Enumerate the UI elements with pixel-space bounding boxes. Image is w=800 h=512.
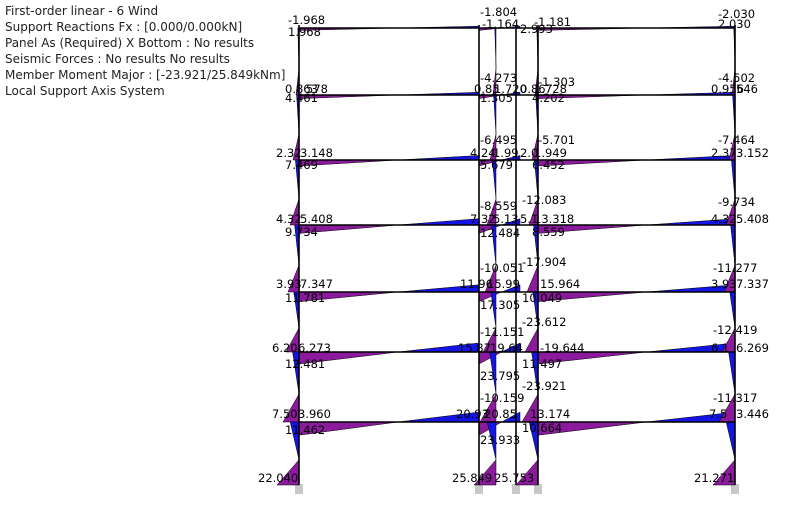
moment-value-label: -19.644	[540, 341, 584, 355]
support-1	[512, 484, 520, 494]
moment-value-label: 22.040	[258, 471, 298, 485]
moment-value-label: 5.679	[480, 158, 513, 172]
moment-value-label: 6.452	[532, 158, 565, 172]
moment-value-label: -1.303	[538, 75, 575, 89]
moment-value-label: 7.32	[470, 212, 496, 226]
moment-value-label: 2.37	[711, 146, 737, 160]
moment-value-label: -1.181	[534, 15, 571, 29]
panel-as-label: Panel As (Required) X Bottom : No result…	[5, 36, 255, 50]
moment-value-label: -12.419	[713, 323, 757, 337]
moment-value-label: 20.85	[484, 407, 517, 421]
moment-value-label: 6.1	[711, 341, 729, 355]
moment-value-label: 6.273	[298, 341, 331, 355]
moment-value-label: -1.164	[482, 17, 519, 31]
moment-value-label: 15.964	[540, 277, 580, 291]
moment-value-label: 3.152	[736, 146, 769, 160]
moment-value-label: 546	[736, 82, 758, 96]
support-3	[731, 484, 739, 494]
moment-value-label: 1.968	[288, 25, 321, 39]
seismic-forces-label: Seismic Forces : No results No results	[5, 52, 230, 66]
moment-value-label: 17.305	[480, 298, 520, 312]
moment-value-label: 23.933	[480, 433, 520, 447]
moment-value-label: 5.13	[493, 212, 519, 226]
moment-value-label: 15.99	[487, 277, 520, 291]
col-moment-pos-f4-c2	[524, 327, 539, 353]
moment-value-label: 21.271	[694, 471, 734, 485]
moment-value-label: -10.051	[480, 261, 524, 275]
moment-value-label: -11.277	[713, 261, 757, 275]
moment-value-label: 15.87	[458, 341, 491, 355]
moment-value-label: -12.083	[522, 193, 566, 207]
moment-value-label: -7.464	[718, 133, 755, 147]
moment-value-label: 8.559	[532, 225, 565, 239]
support-4	[475, 484, 483, 494]
moment-value-label: 13.318	[534, 212, 574, 226]
moment-value-label: -8.559	[480, 199, 517, 213]
moment-value-label: 5.408	[736, 212, 769, 226]
moment-value-label: -9.734	[718, 195, 755, 209]
moment-value-label: 3.93	[276, 277, 302, 291]
moment-value-label: 1.305	[480, 91, 513, 105]
moment-value-label: 4.32	[276, 212, 302, 226]
moment-value-label: -23.921	[522, 379, 566, 393]
moment-value-label: 7.337	[736, 277, 769, 291]
col-moment-pos-f3-c2	[526, 265, 539, 293]
moment-value-label: 3.960	[298, 407, 331, 421]
moment-value-label: 11.462	[285, 423, 325, 437]
moment-value-label: 23.795	[480, 369, 520, 383]
moment-value-label: 11.497	[522, 357, 562, 371]
moment-value-label: 3.93	[711, 277, 737, 291]
moment-value-label: 13.174	[530, 407, 570, 421]
moment-value-label: 5.408	[300, 212, 333, 226]
moment-value-label: 4.461	[285, 91, 318, 105]
moment-value-label: -6.495	[480, 133, 517, 147]
col-moment-neg-f5-c3	[728, 351, 736, 395]
support-0	[295, 484, 303, 494]
moment-value-label: 25.753	[494, 471, 534, 485]
moment-value-label: -10.159	[480, 391, 524, 405]
moment-value-label: 7.50	[272, 407, 298, 421]
moment-value-label: 7.469	[285, 158, 318, 172]
moment-value-label: 3.446	[736, 407, 769, 421]
col-moment-neg-f0-c1	[494, 27, 497, 69]
moment-value-label: 12.484	[480, 226, 520, 240]
moment-value-label: -11.317	[713, 391, 757, 405]
moment-value-label: 10.664	[522, 421, 562, 435]
result-info-panel: First-order linear - 6 Wind Support Reac…	[5, 3, 285, 99]
support-reactions-label: Support Reactions Fx : [0.000/0.000kN]	[5, 20, 243, 34]
moment-value-label: 4.32	[711, 212, 737, 226]
moment-value-label: 12.481	[285, 357, 325, 371]
moment-value-label: 6.269	[736, 341, 769, 355]
member-moment-label: Member Moment Major : [-23.921/25.849kNm…	[5, 68, 286, 82]
moment-value-label: 25.849	[452, 471, 492, 485]
beam-moment-neg-f3-s0	[397, 218, 480, 226]
moment-value-label: 7.5	[709, 407, 727, 421]
moment-value-label: 19.64	[490, 341, 523, 355]
analysis-case-label: First-order linear - 6 Wind	[5, 4, 159, 18]
moment-value-label: 4.202	[532, 91, 565, 105]
support-axis-label: Local Support Axis System	[5, 84, 165, 98]
moment-value-label: -17.904	[522, 255, 566, 269]
moment-value-label: 11.781	[285, 291, 325, 305]
moment-value-label: 6.20	[272, 341, 298, 355]
moment-value-label: -11.151	[480, 325, 524, 339]
moment-value-label: 10.049	[522, 291, 562, 305]
col-moment-neg-f6-c3	[725, 421, 736, 460]
moment-value-label: 2.030	[718, 17, 751, 31]
moment-value-label: 7.347	[300, 277, 333, 291]
moment-value-label: 9.734	[285, 225, 318, 239]
moment-value-label: -5.701	[538, 133, 575, 147]
moment-value-label: -23.612	[522, 315, 566, 329]
support-2	[534, 484, 542, 494]
